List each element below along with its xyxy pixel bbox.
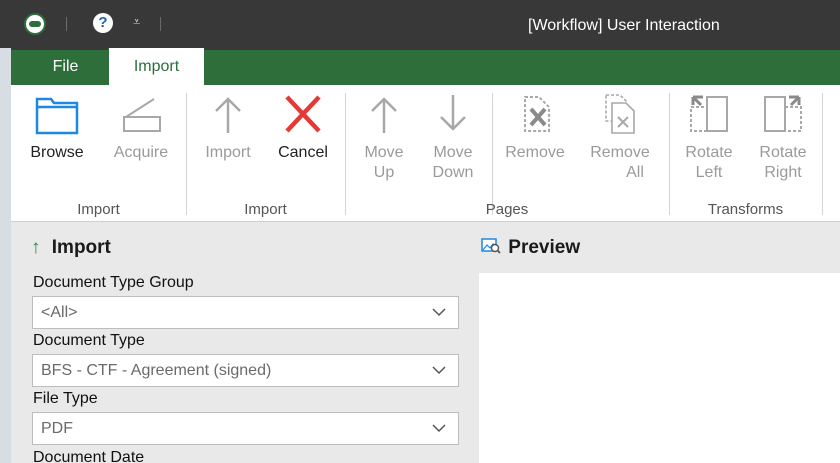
arrow-up-icon	[371, 97, 397, 133]
import-arrow-icon: ↑	[31, 237, 41, 258]
document-date-label: Document Date	[33, 449, 145, 463]
group-label-import: Import	[77, 201, 120, 218]
rotate-left-label: Rotate Left	[685, 144, 733, 181]
import-panel-title: Import	[51, 237, 111, 258]
browse-label: Browse	[30, 144, 84, 161]
file-type-label: File Type	[33, 390, 98, 407]
rotate-left-button[interactable]: Rotate Left	[677, 93, 741, 193]
ribbon-toolbar: Browse Acquire Import Cancel Move Up Move…	[11, 85, 840, 222]
group-label-pages: Pages	[485, 201, 529, 218]
import-button[interactable]: Import	[196, 93, 260, 193]
help-icon[interactable]: ?	[93, 13, 113, 33]
file-type-select[interactable]: PDF	[32, 412, 459, 445]
group-divider	[669, 93, 670, 215]
group-divider	[822, 93, 823, 215]
tab-import[interactable]: Import	[108, 48, 204, 85]
cancel-button[interactable]: Cancel	[269, 93, 337, 193]
group-label-import: Import	[244, 201, 287, 218]
document-type-label: Document Type	[33, 332, 145, 349]
document-type-group-value: <All>	[41, 304, 78, 321]
left-window-edge	[0, 0, 11, 463]
browse-button[interactable]: Browse	[25, 93, 89, 193]
chevron-down-icon	[432, 424, 446, 433]
rotate-right-icon	[764, 95, 802, 132]
document-type-group-label: Document Type Group	[33, 274, 194, 291]
document-type-select[interactable]: BFS - CTF - Agreement (signed)	[32, 354, 459, 387]
remove-all-label: Remove All	[590, 144, 650, 181]
import-panel-header: ↑ Import	[31, 237, 111, 259]
scanner-icon	[123, 98, 161, 132]
rotate-left-icon	[690, 95, 728, 132]
app-logo-icon[interactable]	[24, 13, 46, 35]
divider	[66, 17, 67, 31]
import-panel: ↑ Import Document Type Group <All> Docum…	[11, 222, 463, 463]
remove-button[interactable]: Remove	[499, 93, 571, 193]
ribbon-tab-bar: File Import	[11, 48, 840, 85]
acquire-label: Acquire	[113, 144, 169, 161]
quick-access-dropdown-icon[interactable]: ⩡	[133, 14, 140, 30]
arrow-up-icon	[215, 97, 241, 133]
folder-icon	[35, 97, 79, 135]
tab-file[interactable]: File	[11, 48, 108, 85]
file-type-value: PDF	[41, 420, 73, 437]
import-label: Import	[205, 144, 251, 161]
remove-all-button[interactable]: Remove All	[583, 93, 657, 193]
preview-image-icon	[481, 238, 501, 254]
cancel-label: Cancel	[278, 144, 328, 161]
acquire-button[interactable]: Acquire	[105, 93, 177, 193]
window-title: [Workflow] User Interaction	[528, 17, 720, 34]
preview-canvas	[479, 273, 840, 463]
remove-page-icon	[524, 96, 550, 132]
cancel-x-icon	[285, 95, 321, 133]
remove-label: Remove	[505, 144, 565, 161]
move-up-label: Move Up	[364, 144, 404, 181]
group-label-transforms: Transforms	[707, 201, 784, 218]
rotate-right-label: Rotate Right	[759, 144, 807, 181]
group-divider	[345, 93, 346, 215]
move-down-label: Move Down	[432, 144, 474, 181]
preview-panel: Preview	[463, 222, 840, 463]
document-type-value: BFS - CTF - Agreement (signed)	[41, 362, 272, 379]
group-divider	[492, 93, 493, 215]
move-up-button[interactable]: Move Up	[354, 93, 414, 193]
rotate-right-button[interactable]: Rotate Right	[751, 93, 815, 193]
title-bar: ? ⩡ [Workflow] User Interaction	[0, 0, 840, 48]
arrow-down-icon	[440, 95, 466, 131]
divider	[160, 17, 161, 31]
preview-panel-title: Preview	[508, 237, 581, 258]
preview-panel-header: Preview	[481, 237, 580, 259]
group-divider	[186, 93, 187, 215]
remove-all-pages-icon	[605, 94, 635, 134]
document-type-group-select[interactable]: <All>	[32, 296, 459, 329]
chevron-down-icon	[432, 366, 446, 375]
move-down-button[interactable]: Move Down	[423, 93, 483, 193]
chevron-down-icon	[432, 308, 446, 317]
